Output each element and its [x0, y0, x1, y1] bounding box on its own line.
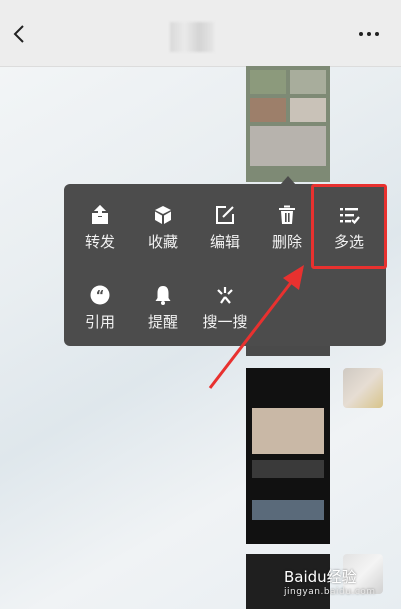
annotation-arrow [208, 265, 304, 389]
watermark-text: Baidu经验 [284, 568, 357, 586]
watermark: Baidu经验 jingyan.baidu.com [284, 566, 376, 597]
watermark-subtext: jingyan.baidu.com [284, 587, 376, 597]
